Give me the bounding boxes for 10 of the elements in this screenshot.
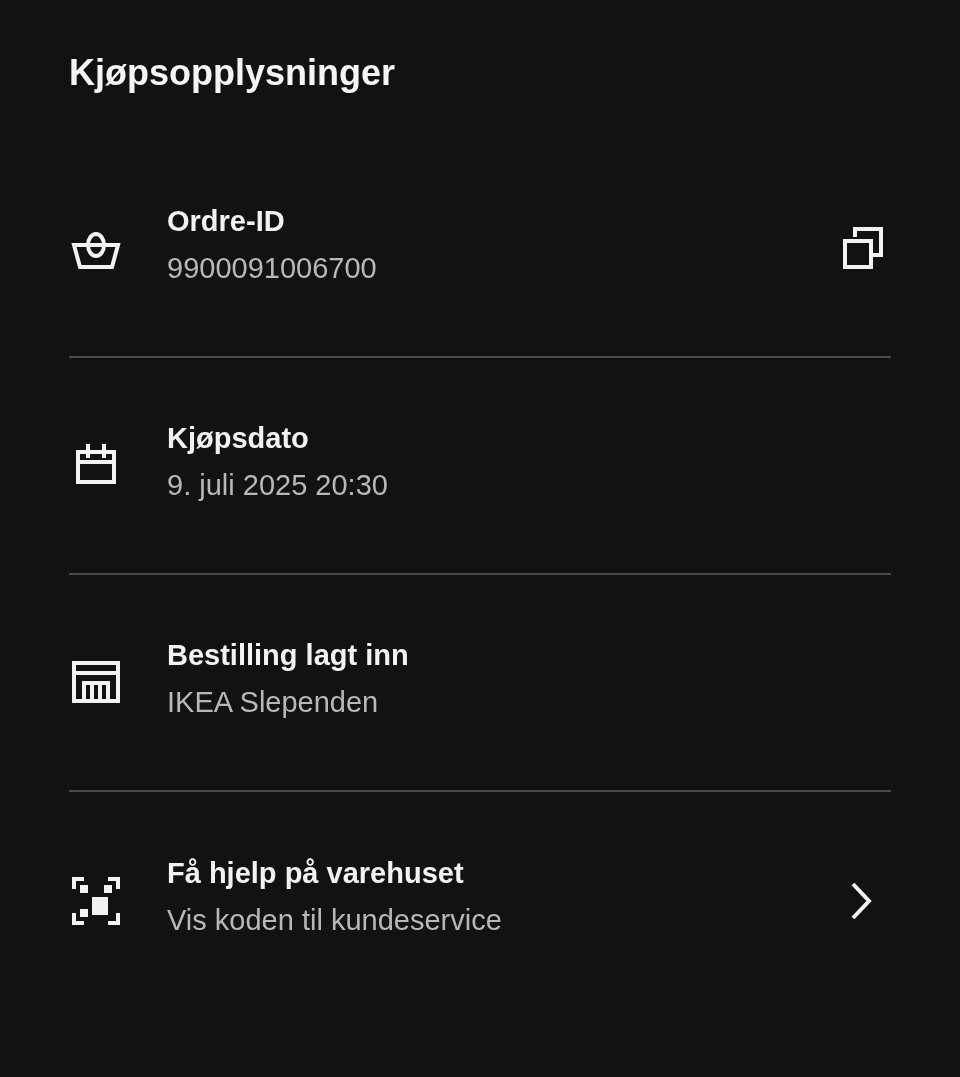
row-label: Kjøpsdato <box>167 421 310 456</box>
page-title: Kjøpsopplysninger <box>69 51 397 95</box>
row-value: Vis koden til kundeservice <box>167 903 503 938</box>
row-label: Få hjelp på varehuset <box>167 856 465 891</box>
row-value: IKEA Slependen <box>167 685 380 720</box>
row-value: 9900091006700 <box>167 251 378 286</box>
row-label: Bestilling lagt inn <box>167 638 410 673</box>
row-value: 9. juli 2025 20:30 <box>167 468 389 503</box>
row-label: Ordre-ID <box>167 204 286 239</box>
qr-code-icon <box>70 874 122 927</box>
